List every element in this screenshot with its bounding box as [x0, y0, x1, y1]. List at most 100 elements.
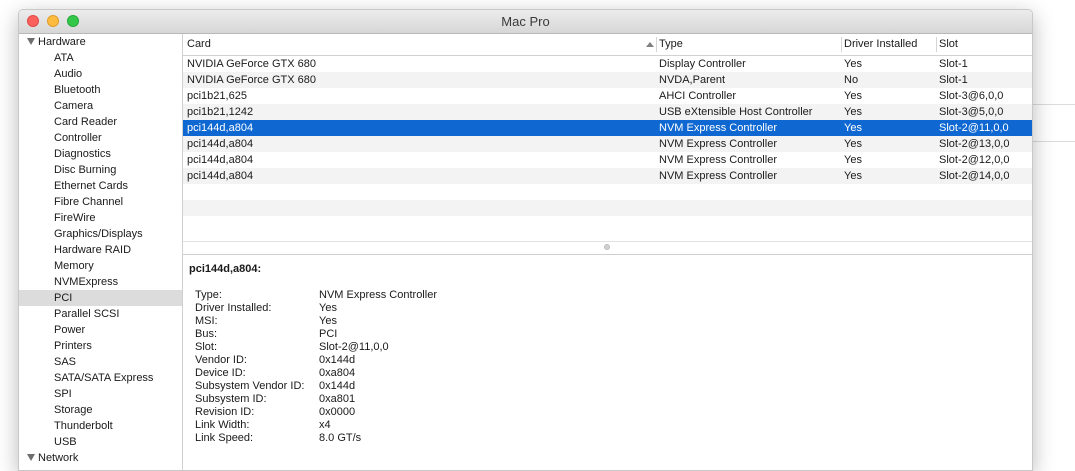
table-cell: USB eXtensible Host Controller — [659, 106, 813, 118]
sidebar-item-label: Card Reader — [54, 116, 117, 128]
sidebar-item-label: Audio — [54, 68, 83, 80]
sidebar-item-memory[interactable]: Memory — [19, 258, 182, 274]
detail-field-key: Revision ID: — [195, 406, 255, 418]
table-cell: Yes — [844, 154, 862, 166]
table-cell: pci144d,a804 — [187, 138, 254, 150]
sidebar-item-label: SPI — [54, 388, 72, 400]
sidebar-item-firewire[interactable]: FireWire — [19, 210, 182, 226]
content-pane: Card Type Driver Installed Slot NVIDIA GeFo… — [183, 34, 1032, 470]
sidebar-item-label: FireWire — [54, 212, 96, 224]
detail-field-value: 0x144d — [319, 380, 356, 392]
detail-field-key: MSI: — [195, 315, 218, 327]
disclosure-triangle-icon[interactable] — [27, 454, 35, 461]
sidebar-item-diagnostics[interactable]: Diagnostics — [19, 146, 182, 162]
sidebar-item-printers[interactable]: Printers — [19, 338, 182, 354]
column-resize-handle[interactable] — [656, 37, 657, 52]
table-cell: pci1b21,625 — [187, 90, 247, 102]
sidebar-item-label: Printers — [54, 340, 92, 352]
empty-table-row — [183, 184, 1032, 200]
sidebar-item-label: Parallel SCSI — [54, 308, 120, 320]
title-bar[interactable]: Mac Pro — [19, 10, 1032, 34]
sidebar-group-network[interactable]: Network — [19, 450, 182, 466]
sidebar-item-thunderbolt[interactable]: Thunderbolt — [19, 418, 182, 434]
table-row[interactable]: pci144d,a804 NVM Express Controller Yes Slo… — [183, 152, 1032, 168]
sidebar-item-spi[interactable]: SPI — [19, 386, 182, 402]
detail-field-key: Link Speed: — [195, 432, 254, 444]
sidebar-item-label: Hardware — [38, 36, 86, 48]
empty-table-row — [183, 216, 1032, 232]
table-row[interactable]: pci1b21,1242 USB eXtensible Host Controll… — [183, 104, 1032, 120]
split-view-divider[interactable] — [183, 241, 1032, 255]
table-cell: pci1b21,1242 — [187, 106, 254, 118]
sidebar-item-ethernet-cards[interactable]: Ethernet Cards — [19, 178, 182, 194]
table-cell: Yes — [844, 138, 862, 150]
sidebar-item-label: USB — [54, 436, 77, 448]
detail-field-value: 8.0 GT/s — [319, 432, 362, 444]
table-cell: NVM Express Controller — [659, 154, 777, 166]
table-cell: NVDA,Parent — [659, 74, 726, 86]
detail-field-value: Yes — [319, 315, 337, 327]
detail-field: Subsystem ID: 0xa801 — [195, 393, 1025, 406]
table-cell: pci144d,a804 — [187, 154, 254, 166]
table-cell: No — [844, 74, 859, 86]
sidebar-item-camera[interactable]: Camera — [19, 98, 182, 114]
sidebar-item-fibre-channel[interactable]: Fibre Channel — [19, 194, 182, 210]
detail-field-value: Yes — [319, 302, 337, 314]
detail-field-key: Slot: — [195, 341, 218, 353]
detail-field-key: Driver Installed: — [195, 302, 272, 314]
sidebar-item-label: Memory — [54, 260, 94, 272]
sidebar-item-controller[interactable]: Controller — [19, 130, 182, 146]
table-row[interactable]: pci1b21,625 AHCI Controller Yes Slot-3@6,0,… — [183, 88, 1032, 104]
sidebar-item-power[interactable]: Power — [19, 322, 182, 338]
sidebar-item-parallel-scsi[interactable]: Parallel SCSI — [19, 306, 182, 322]
table-cell: Slot-3@6,0,0 — [939, 90, 1004, 102]
sidebar-item-pci[interactable]: PCI — [19, 290, 182, 306]
column-header-type[interactable]: Type — [659, 34, 683, 55]
sidebar[interactable]: Hardware ATA Audio Bluetooth Camera Card Read… — [19, 34, 183, 470]
sidebar-item-label: SAS — [54, 356, 77, 368]
table-cell: pci144d,a804 — [187, 170, 254, 182]
sidebar-item-label: Thunderbolt — [54, 420, 113, 432]
sidebar-item-ata[interactable]: ATA — [19, 50, 182, 66]
sidebar-item-sas[interactable]: SAS — [19, 354, 182, 370]
detail-field-key: Device ID: — [195, 367, 246, 379]
detail-field-value: Slot-2@11,0,0 — [319, 341, 389, 353]
sidebar-item-nvmexpress[interactable]: NVMExpress — [19, 274, 182, 290]
sidebar-item-label: Hardware RAID — [54, 244, 132, 256]
table-row[interactable]: pci144d,a804 NVM Express Controller Yes Slo… — [183, 136, 1032, 152]
column-header-slot[interactable]: Slot — [939, 34, 958, 55]
sidebar-item-label: Storage — [54, 404, 93, 416]
column-header-card[interactable]: Card — [187, 34, 211, 55]
sidebar-item-sata-sata-express[interactable]: SATA/SATA Express — [19, 370, 182, 386]
sidebar-item-usb[interactable]: USB — [19, 434, 182, 450]
table-row[interactable]: NVIDIA GeForce GTX 680 Display Controller… — [183, 56, 1032, 72]
table-row[interactable]: NVIDIA GeForce GTX 680 NVDA,Parent No Slot-… — [183, 72, 1032, 88]
sidebar-item-hardware-raid[interactable]: Hardware RAID — [19, 242, 182, 258]
sidebar-item-storage[interactable]: Storage — [19, 402, 182, 418]
disclosure-triangle-icon[interactable] — [27, 38, 35, 45]
detail-field-key: Vendor ID: — [195, 354, 247, 366]
table-cell: Yes — [844, 90, 862, 102]
split-handle-icon[interactable] — [604, 244, 610, 250]
table-cell: AHCI Controller — [659, 90, 737, 102]
table-cell: Slot-2@14,0,0 — [939, 170, 1010, 182]
table-cell: Yes — [844, 170, 862, 182]
sidebar-item-card-reader[interactable]: Card Reader — [19, 114, 182, 130]
column-header-driver-installed[interactable]: Driver Installed — [844, 34, 917, 55]
sort-ascending-icon[interactable] — [646, 42, 654, 47]
detail-field: Subsystem Vendor ID: 0x144d — [195, 380, 1025, 393]
sidebar-item-audio[interactable]: Audio — [19, 66, 182, 82]
table-cell: Slot-2@12,0,0 — [939, 154, 1010, 166]
column-resize-handle[interactable] — [936, 37, 937, 52]
sidebar-group-hardware[interactable]: Hardware — [19, 34, 182, 50]
sidebar-item-bluetooth[interactable]: Bluetooth — [19, 82, 182, 98]
detail-field: Link Width: x4 — [195, 419, 1025, 432]
sidebar-item-label: Disc Burning — [54, 164, 117, 176]
sidebar-item-graphics-displays[interactable]: Graphics/Displays — [19, 226, 182, 242]
table-row[interactable]: pci144d,a804 NVM Express Controller Yes Slo… — [183, 120, 1032, 136]
background-window-edge — [1031, 141, 1075, 142]
sidebar-item-disc-burning[interactable]: Disc Burning — [19, 162, 182, 178]
table-cell: Yes — [844, 58, 862, 70]
column-resize-handle[interactable] — [841, 37, 842, 52]
table-row[interactable]: pci144d,a804 NVM Express Controller Yes Slo… — [183, 168, 1032, 184]
